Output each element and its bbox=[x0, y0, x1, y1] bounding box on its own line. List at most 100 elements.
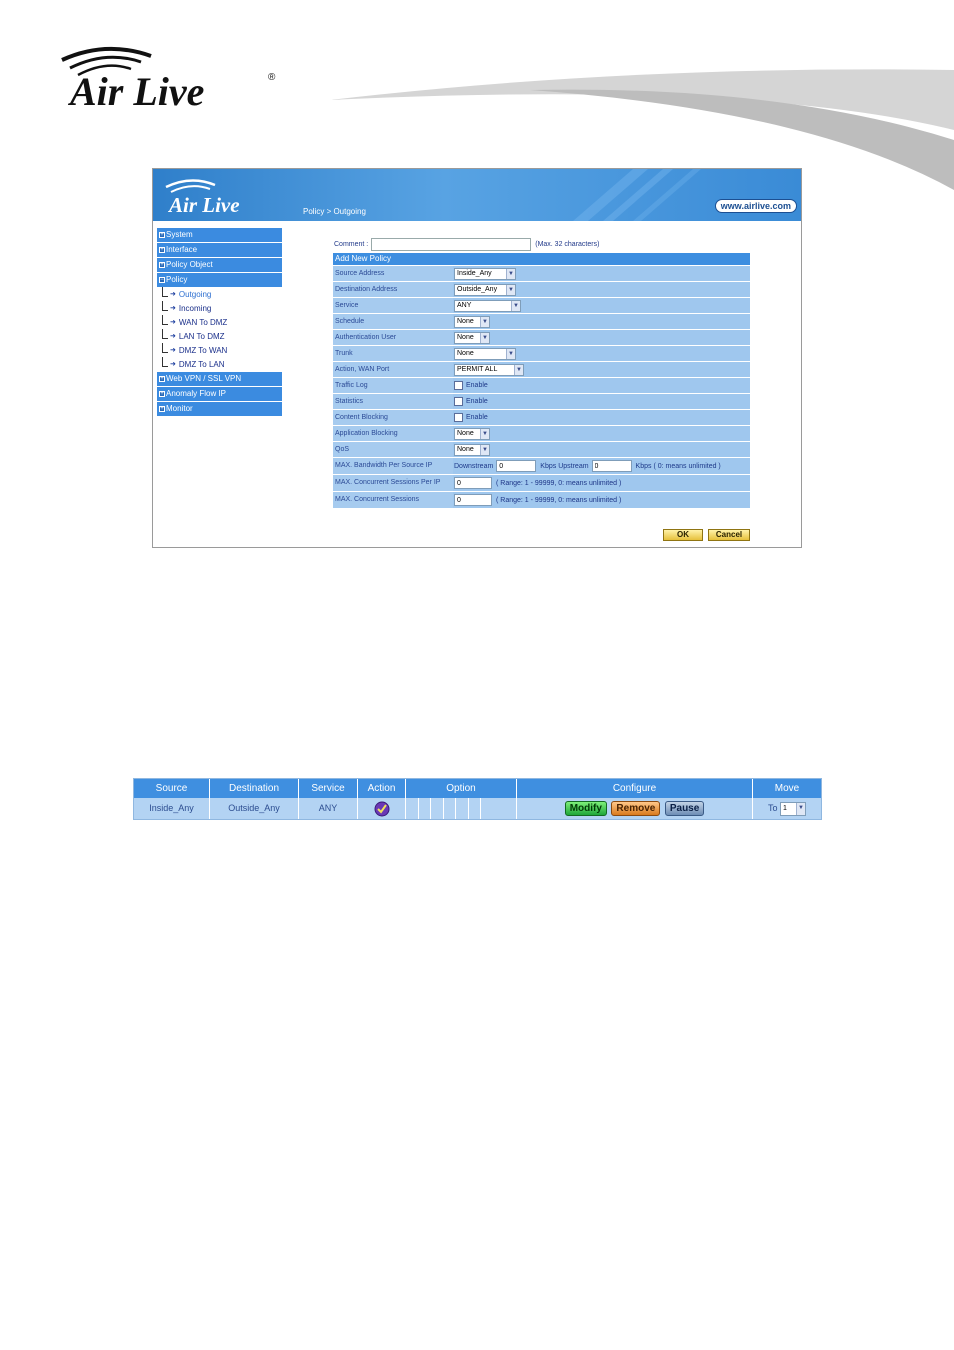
sidebar-item-policy[interactable]: − Policy bbox=[157, 273, 282, 287]
app-banner: Air Live Policy > Outgoing www.airlive.c… bbox=[153, 169, 801, 221]
banner-decoration bbox=[573, 169, 701, 221]
comment-label: Comment : bbox=[334, 241, 369, 248]
expand-icon: + bbox=[159, 376, 165, 382]
cell-source: Inside_Any bbox=[134, 798, 210, 819]
svg-text:Air Live: Air Live bbox=[67, 69, 204, 112]
chevron-down-icon: ▼ bbox=[506, 284, 515, 295]
arrow-right-icon: ➜ bbox=[170, 333, 176, 340]
sidebar-sub-wan-to-dmz[interactable]: ➜ WAN To DMZ bbox=[157, 315, 282, 330]
sidebar-menu: + System + Interface + Policy Object − Polic… bbox=[157, 228, 282, 417]
upstream-input[interactable] bbox=[591, 460, 632, 472]
header-move: Move bbox=[774, 783, 800, 794]
schedule-select[interactable]: None ▼ bbox=[454, 315, 490, 328]
arrow-right-icon: ➜ bbox=[170, 305, 176, 312]
sidebar-sub-dmz-to-lan[interactable]: ➜ DMZ To LAN bbox=[157, 357, 282, 372]
chevron-down-icon: ▼ bbox=[514, 364, 523, 375]
row-authentication-user: Authentication User None ▼ bbox=[333, 330, 750, 345]
row-service: Service ANY ▼ bbox=[333, 298, 750, 313]
source-address-select[interactable]: Inside_Any ▼ bbox=[454, 267, 516, 280]
content-blocking-checkbox[interactable] bbox=[454, 413, 463, 422]
sidebar-item-interface[interactable]: + Interface bbox=[157, 243, 282, 257]
sidebar-item-policy-object[interactable]: + Policy Object bbox=[157, 258, 282, 272]
sidebar-item-monitor[interactable]: + Monitor bbox=[157, 402, 282, 416]
statistics-checkbox[interactable] bbox=[454, 397, 463, 406]
authentication-user-select[interactable]: None ▼ bbox=[454, 331, 490, 344]
breadcrumb: Policy > Outgoing bbox=[303, 207, 366, 216]
chevron-down-icon: ▼ bbox=[480, 316, 489, 327]
comment-hint: (Max. 32 characters) bbox=[535, 241, 600, 248]
registered-mark: ® bbox=[268, 72, 276, 83]
row-statistics: Statistics Enable bbox=[333, 394, 750, 409]
website-link[interactable]: www.airlive.com bbox=[714, 199, 797, 213]
row-trunk: Trunk None ▼ bbox=[333, 346, 750, 361]
row-application-blocking: Application Blocking None ▼ bbox=[333, 426, 750, 441]
move-position-select[interactable]: 1 ▼ bbox=[780, 801, 807, 816]
arrow-right-icon: ➜ bbox=[170, 347, 176, 354]
cell-configure: Modify Remove Pause bbox=[517, 798, 753, 819]
header-source: Source bbox=[134, 779, 210, 798]
move-label: To bbox=[767, 803, 778, 813]
sidebar-sub-outgoing[interactable]: ➜ Outgoing bbox=[157, 287, 282, 302]
downstream-input[interactable] bbox=[496, 460, 537, 472]
max-sessions-per-ip-input[interactable] bbox=[454, 477, 492, 489]
chevron-down-icon: ▼ bbox=[506, 268, 515, 279]
sidebar-sub-dmz-to-wan[interactable]: ➜ DMZ To WAN bbox=[157, 343, 282, 358]
modify-button[interactable]: Modify bbox=[564, 801, 607, 817]
arrow-right-icon: ➜ bbox=[170, 291, 176, 298]
max-sessions-input[interactable] bbox=[454, 494, 492, 506]
comment-row: Comment : (Max. 32 characters) bbox=[334, 238, 599, 251]
cell-destination: Outside_Any bbox=[210, 798, 299, 819]
expand-icon: + bbox=[159, 391, 165, 397]
airlive-logo: Air Live ® bbox=[61, 46, 276, 112]
sidebar-item-web-vpn[interactable]: + Web VPN / SSL VPN bbox=[157, 372, 282, 386]
trunk-select[interactable]: None ▼ bbox=[454, 347, 516, 360]
comment-input[interactable] bbox=[371, 238, 532, 251]
tree-line bbox=[162, 315, 168, 325]
sidebar-item-system[interactable]: + System bbox=[157, 228, 282, 242]
svg-text:Air Live: Air Live bbox=[167, 193, 240, 217]
row-source-address: Source Address Inside_Any ▼ bbox=[333, 266, 750, 281]
cell-move: To 1 ▼ bbox=[753, 798, 821, 819]
header-action: Action bbox=[358, 779, 406, 798]
row-content-blocking: Content Blocking Enable bbox=[333, 410, 750, 425]
action-wan-port-select[interactable]: PERMIT ALL ▼ bbox=[454, 363, 524, 376]
pause-button[interactable]: Pause bbox=[664, 801, 705, 817]
expand-icon: + bbox=[159, 262, 165, 268]
sidebar-sub-lan-to-dmz[interactable]: ➜ LAN To DMZ bbox=[157, 329, 282, 344]
row-qos: QoS None ▼ bbox=[333, 442, 750, 457]
table-title: Add New Policy bbox=[333, 253, 750, 265]
tree-line bbox=[162, 301, 168, 311]
arrow-right-icon: ➜ bbox=[170, 319, 176, 326]
application-blocking-select[interactable]: None ▼ bbox=[454, 427, 490, 440]
sidebar-item-anomaly-flow-ip[interactable]: + Anomaly Flow IP bbox=[157, 387, 282, 401]
tree-line bbox=[162, 329, 168, 339]
ok-button[interactable]: OK bbox=[663, 529, 703, 541]
cancel-button[interactable]: Cancel bbox=[708, 529, 750, 541]
qos-select[interactable]: None ▼ bbox=[454, 443, 490, 456]
sidebar-sub-incoming[interactable]: ➜ Incoming bbox=[157, 301, 282, 316]
tree-line bbox=[162, 287, 168, 297]
expand-icon: + bbox=[159, 406, 165, 412]
chevron-down-icon: ▼ bbox=[506, 348, 515, 359]
tree-line bbox=[162, 357, 168, 367]
permit-check-icon bbox=[374, 801, 389, 817]
cell-action bbox=[358, 798, 406, 819]
banner-airlive-logo: Air Live bbox=[165, 179, 240, 217]
row-max-bandwidth: MAX. Bandwidth Per Source IP Downstream … bbox=[333, 458, 750, 474]
cell-service: ANY bbox=[299, 798, 358, 819]
add-policy-table: Add New Policy Source Address Inside_Any… bbox=[333, 253, 750, 509]
traffic-log-checkbox[interactable] bbox=[454, 381, 463, 390]
chevron-down-icon: ▼ bbox=[796, 802, 806, 815]
chevron-down-icon: ▼ bbox=[480, 332, 489, 343]
chevron-down-icon: ▼ bbox=[480, 444, 489, 455]
row-max-sessions: MAX. Concurrent Sessions ( Range: 1 - 99… bbox=[333, 492, 750, 508]
arrow-right-icon: ➜ bbox=[170, 361, 176, 368]
expand-icon: + bbox=[159, 232, 165, 238]
header-destination: Destination bbox=[210, 779, 299, 798]
destination-address-select[interactable]: Outside_Any ▼ bbox=[454, 283, 516, 296]
service-select[interactable]: ANY ▼ bbox=[454, 299, 521, 312]
remove-button[interactable]: Remove bbox=[611, 801, 661, 817]
row-max-sessions-per-ip: MAX. Concurrent Sessions Per IP ( Range:… bbox=[333, 475, 750, 491]
chevron-down-icon: ▼ bbox=[511, 300, 520, 311]
table-row: Inside_Any Outside_Any ANY Modify Remove… bbox=[134, 798, 821, 819]
